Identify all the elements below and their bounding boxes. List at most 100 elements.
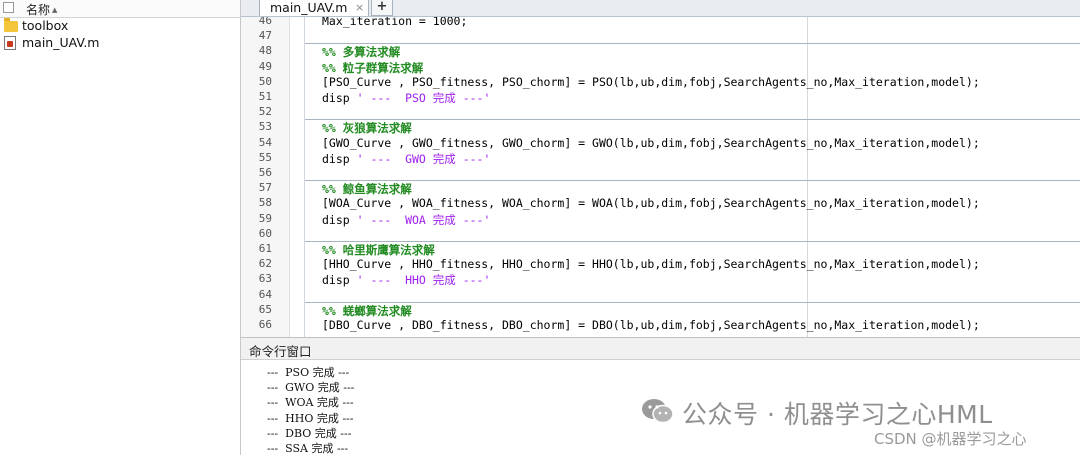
line-number: 65 [258,302,272,316]
tab-main-uav[interactable]: main_UAV.m × [259,0,369,16]
code-line[interactable]: 56 [241,165,1080,180]
code-line[interactable]: 51 disp ' --- PSO 完成 ---' [241,89,1080,105]
code-token: disp [322,151,357,166]
line-number: 59 [258,211,272,225]
code-line[interactable]: 60 [241,226,1080,241]
line-number: 47 [258,29,272,43]
csdn-watermark: CSDN @机器学习之心 [874,430,1027,448]
line-number: 46 [258,17,272,27]
string-literal: ' --- PSO 完成 ---' [356,91,491,105]
code-token: [GWO_Curve , GWO_fitness, GWO_chorm] = G… [322,135,980,150]
code-token: %% 多算法求解 [322,45,401,60]
code-text: [DBO_Curve , DBO_fitness, DBO_chorm] = D… [322,318,980,332]
code-line[interactable]: 64 [241,287,1080,302]
file-name: main_UAV.m [22,35,100,50]
file-browser-header: 名称 ▲ [0,0,240,18]
select-all-checkbox[interactable] [3,2,14,13]
close-icon[interactable]: × [355,1,364,14]
code-text: [PSO_Curve , PSO_fitness, PSO_chorm] = P… [322,75,980,89]
code-token: disp [322,212,357,227]
output-line: --- HHO 完成 --- [267,411,354,425]
code-line[interactable]: 53 %% 灰狼算法求解 [241,119,1080,136]
code-token: disp [322,273,357,288]
code-line[interactable]: 46 Max_iteration = 1000; [241,17,1080,28]
editor-panel: main_UAV.m × + 46 Max_iteration = 1000; 47… [241,0,1080,337]
line-number: 50 [258,74,272,88]
line-number: 60 [258,226,272,240]
code-text: [HHO_Curve , HHO_fitness, HHO_chorm] = H… [322,257,980,271]
code-text: Max_iteration = 1000; [322,17,467,28]
new-tab-button[interactable]: + [371,0,393,16]
output-line: --- SSA 完成 --- [267,442,349,455]
output-line: --- GWO 完成 --- [267,381,355,395]
code-token: [PSO_Curve , PSO_fitness, PSO_chorm] = P… [322,74,980,89]
code-token: %% 粒子群算法求解 [322,60,424,75]
line-number: 54 [258,135,272,149]
line-number: 61 [258,242,272,255]
code-text: [GWO_Curve , GWO_fitness, GWO_chorm] = G… [322,136,980,150]
line-number: 63 [258,272,272,286]
section-divider [304,180,1080,182]
file-item-toolbox[interactable]: toolbox [4,18,234,34]
code-line[interactable]: 49 %% 粒子群算法求解 [241,59,1080,75]
command-window-title-bar: 命令行窗口 [241,338,1080,360]
code-token: [HHO_Curve , HHO_fitness, HHO_chorm] = H… [322,257,980,272]
code-line[interactable]: 55 disp ' --- GWO 完成 ---' [241,150,1080,166]
code-line[interactable]: 52 [241,104,1080,119]
code-line[interactable]: 66 [DBO_Curve , DBO_fitness, DBO_chorm] =… [241,317,1080,332]
code-line[interactable]: 54 [GWO_Curve , GWO_fitness, GWO_chorm] =… [241,135,1080,150]
code-text: [WOA_Curve , WOA_fitness, WOA_chorm] = W… [322,196,980,210]
folder-icon [4,18,18,32]
line-number: 64 [258,287,272,301]
section-divider [304,43,1080,45]
line-number: 58 [258,196,272,210]
file-item-main-uav[interactable]: main_UAV.m [4,35,234,51]
name-column-header[interactable]: 名称 ▲ [26,1,57,18]
line-number: 57 [258,181,272,195]
line-number: 56 [258,166,272,179]
code-token: disp [322,91,357,105]
line-number: 66 [258,318,272,331]
code-line[interactable]: 47 [241,28,1080,43]
code-line[interactable]: 59 disp ' --- WOA 完成 ---' [241,211,1080,227]
line-number: 51 [258,90,272,103]
code-line[interactable]: 62 [HHO_Curve , HHO_fitness, HHO_chorm] =… [241,256,1080,271]
code-line[interactable]: 57 %% 鲸鱼算法求解 [241,180,1080,197]
output-line: --- PSO 完成 --- [267,366,350,379]
code-area[interactable]: 46 Max_iteration = 1000; 47 48 %% 多算法求解 49 %% … [241,17,1080,337]
code-line[interactable]: 50 [PSO_Curve , PSO_fitness, PSO_chorm] =… [241,74,1080,89]
line-number: 49 [258,59,272,73]
line-number: 55 [258,150,272,164]
code-line[interactable]: 58 [WOA_Curve , WOA_fitness, WOA_chorm] =… [241,195,1080,210]
code-token: [WOA_Curve , WOA_fitness, WOA_chorm] = W… [322,196,980,211]
code-line[interactable]: 63 disp ' --- HHO 完成 ---' [241,271,1080,288]
line-number: 52 [258,105,272,119]
code-token: %% 哈里斯鹰算法求解 [322,243,435,257]
code-line[interactable]: 48 %% 多算法求解 [241,43,1080,60]
file-browser: 名称 ▲ toolbox main_UAV.m [0,0,241,455]
section-divider [304,241,1080,242]
code-token: Max_iteration = 1000; [322,17,468,28]
code-token: %% 蜣螂算法求解 [322,303,412,318]
code-token: [DBO_Curve , DBO_fitness, DBO_chorm] = D… [322,318,980,332]
file-name: toolbox [22,18,69,33]
editor-tab-bar: main_UAV.m × + [241,0,1080,17]
section-divider [304,301,1080,303]
command-window-title: 命令行窗口 [249,344,312,359]
code-token: %% 鲸鱼算法求解 [322,182,412,197]
sort-ascending-icon: ▲ [52,6,58,14]
section-marker [304,17,305,337]
string-literal: ' --- GWO 完成 ---' [356,151,491,166]
output-line: --- DBO 完成 --- [267,426,352,440]
code-token: %% 灰狼算法求解 [322,121,412,136]
watermark-text: 公众号 · 机器学习之心HML [682,400,993,429]
line-number: 53 [258,120,272,134]
string-literal: ' --- WOA 完成 ---' [356,212,491,227]
code-line[interactable]: 61 %% 哈里斯鹰算法求解 [241,241,1080,257]
code-line[interactable]: 65 %% 蜣螂算法求解 [241,302,1080,318]
m-file-icon [4,36,16,50]
tab-label: main_UAV.m [270,0,348,15]
section-divider [304,119,1080,121]
wechat-logo-icon [642,399,674,424]
output-line: --- WOA 完成 --- [267,396,354,410]
